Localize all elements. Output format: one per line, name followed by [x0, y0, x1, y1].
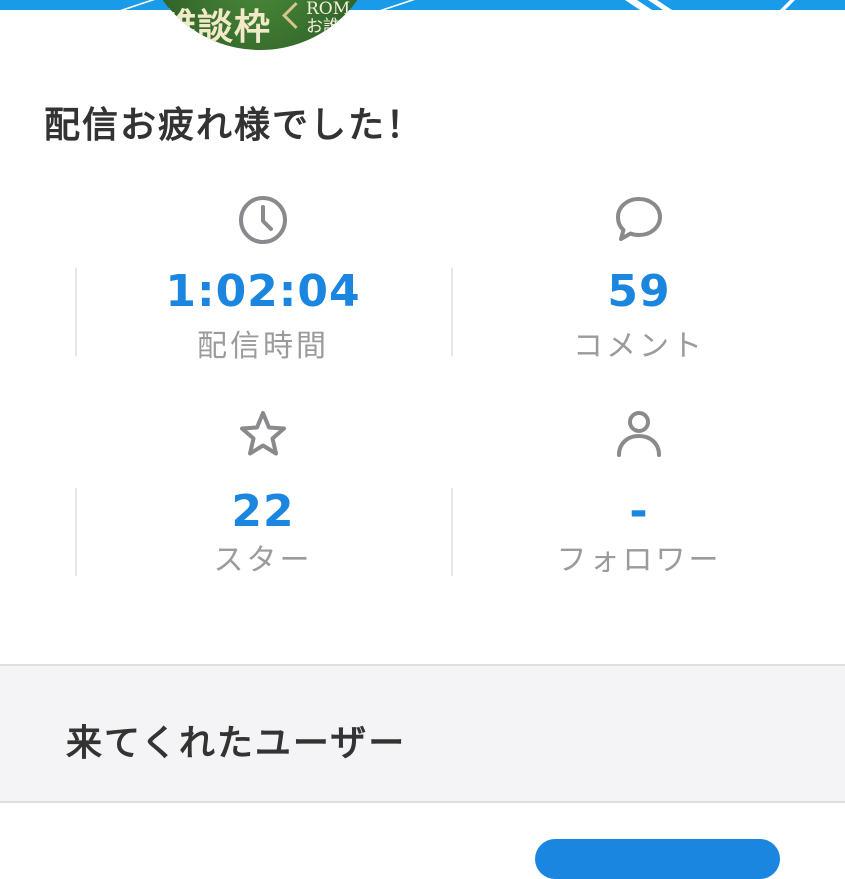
clock-icon — [237, 194, 289, 246]
follow-button[interactable] — [535, 839, 780, 879]
banner-stripes — [0, 0, 845, 10]
stat-value: 59 — [607, 266, 671, 317]
stat-followers: - フォロワー — [451, 408, 827, 598]
star-icon — [237, 408, 289, 460]
stream-thumbnail: 雑談枠 ROM お誰 — [140, 0, 380, 50]
stat-value: 22 — [231, 486, 295, 537]
top-banner — [0, 0, 845, 10]
stat-value: 1:02:04 — [165, 266, 361, 317]
stat-stars: 22 スター — [75, 408, 451, 598]
stat-label: スター — [213, 543, 313, 578]
visitors-section-header: 来てくれたユーザー — [0, 664, 845, 803]
thumbnail-subtext: ROM お誰 — [306, 0, 350, 36]
comment-icon — [613, 194, 665, 246]
stat-label: 配信時間 — [197, 329, 329, 364]
thumbnail-subtext-2: お誰 — [306, 17, 340, 37]
page-title: 配信お疲れ様でした！ — [44, 105, 425, 146]
stat-duration: 1:02:04 配信時間 — [75, 194, 451, 384]
stat-value: - — [629, 486, 649, 537]
thumbnail-subtext-1: ROM — [306, 0, 351, 19]
stat-label: フォロワー — [556, 543, 722, 578]
section-title: 来てくれたユーザー — [66, 723, 407, 764]
thumbnail-title: 雑談枠 — [160, 6, 272, 48]
thumbnail-chevron — [282, 2, 309, 29]
stat-comments: 59 コメント — [451, 194, 827, 384]
user-icon — [613, 408, 665, 460]
stat-label: コメント — [573, 329, 705, 364]
